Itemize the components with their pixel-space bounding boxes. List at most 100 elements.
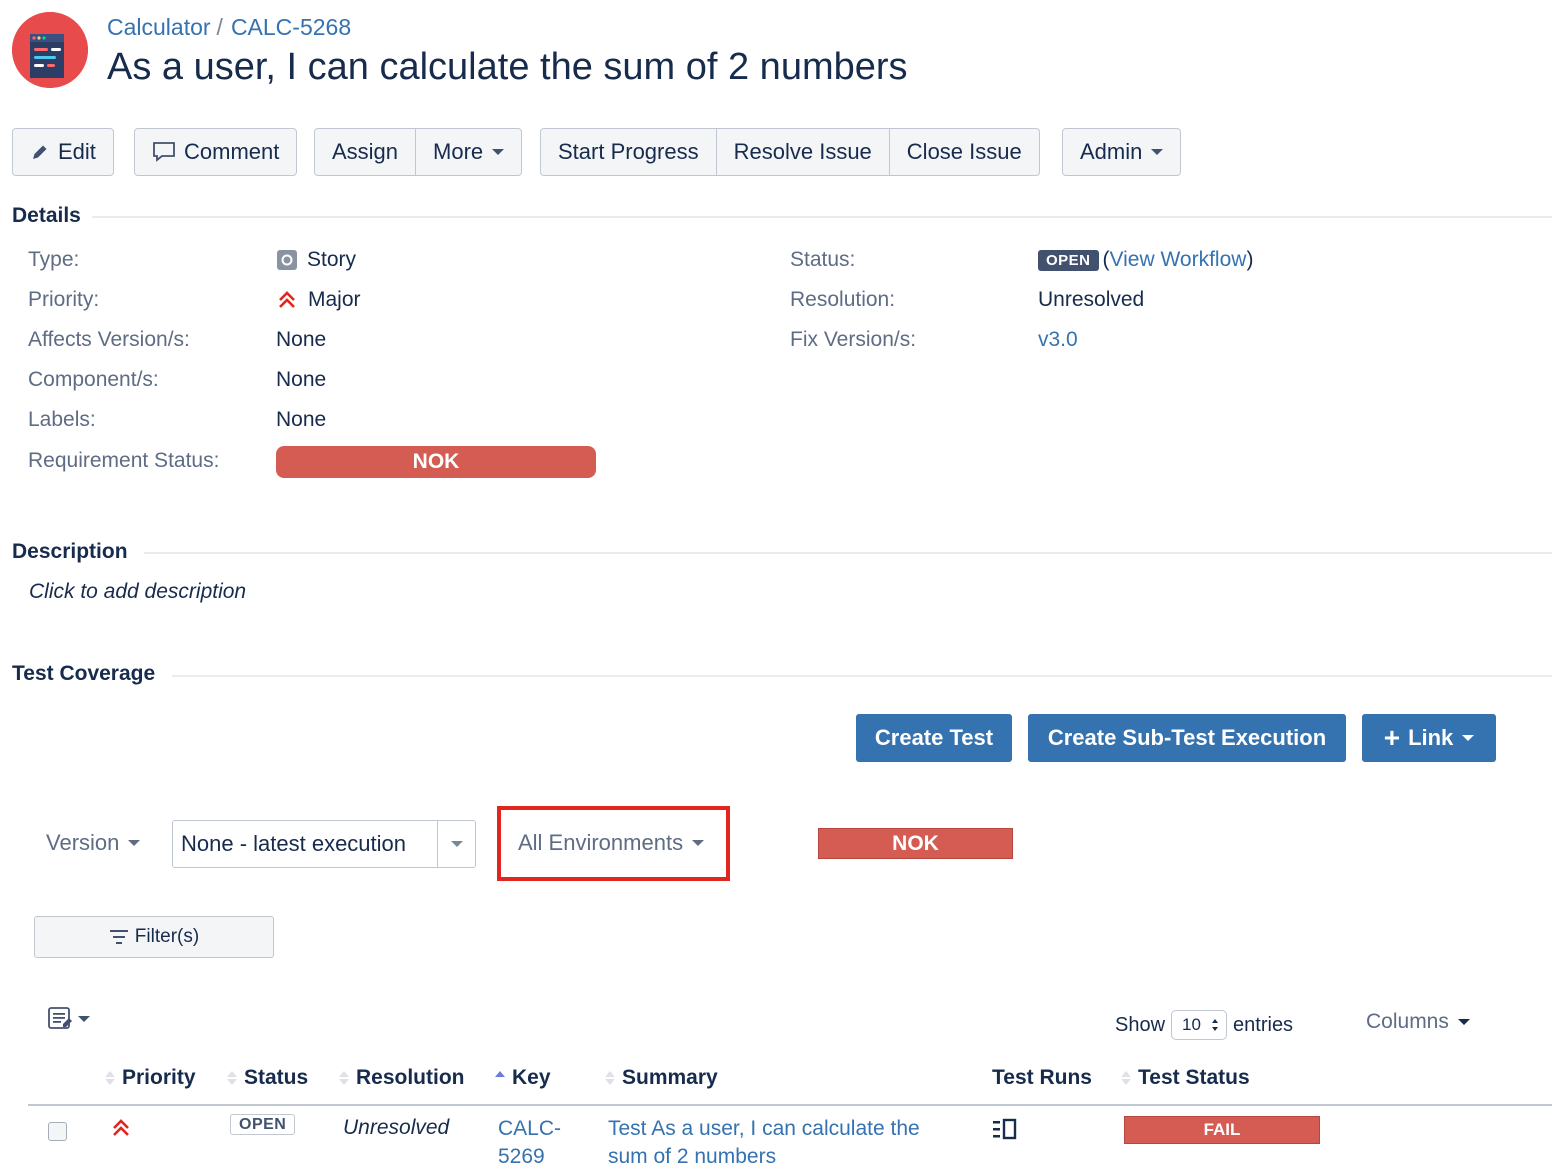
details-divider <box>92 216 1552 218</box>
column-header-resolution[interactable]: Resolution <box>339 1066 465 1090</box>
labels-value: None <box>276 408 327 431</box>
row-test-runs-button[interactable] <box>992 1118 1018 1145</box>
up-down-arrows-icon <box>1212 1019 1219 1031</box>
test-runs-icon <box>993 1118 1017 1140</box>
workflow-open-paren: ( <box>1102 248 1110 271</box>
environment-dropdown[interactable]: All Environments <box>518 830 705 856</box>
more-label: More <box>433 139 484 164</box>
columns-label: Columns <box>1366 1010 1449 1033</box>
page-title: As a user, I can calculate the sum of 2 … <box>107 46 908 88</box>
version-dropdown[interactable]: Version <box>46 830 141 856</box>
row-key-line1: CALC- <box>498 1117 562 1140</box>
row-key-line2: 5269 <box>498 1145 545 1168</box>
column-header-priority-label: Priority <box>122 1066 196 1089</box>
version-select-arrow[interactable] <box>437 821 475 867</box>
row-checkbox[interactable] <box>48 1122 67 1141</box>
version-select[interactable]: None - latest execution <box>172 820 476 868</box>
link-dropdown-button[interactable]: + Link <box>1362 714 1496 762</box>
filters-button[interactable]: Filter(s) <box>34 916 274 958</box>
sort-icon <box>339 1071 349 1085</box>
column-header-status[interactable]: Status <box>227 1066 308 1090</box>
entries-label: entries <box>1233 1013 1294 1036</box>
resolve-issue-button[interactable]: Resolve Issue <box>717 129 890 175</box>
row-test-status-badge: FAIL <box>1124 1116 1320 1144</box>
type-label: Type: <box>28 248 80 271</box>
admin-button-group: Admin <box>1062 128 1182 176</box>
row-key-link[interactable]: CALC- 5269 <box>498 1115 561 1171</box>
columns-dropdown[interactable]: Columns <box>1366 1010 1470 1034</box>
sort-icon <box>605 1071 615 1085</box>
speech-bubble-icon <box>153 142 175 162</box>
plus-icon: + <box>1383 722 1401 753</box>
affects-version-value: None <box>276 328 327 351</box>
row-status-badge: OPEN <box>230 1114 296 1135</box>
edit-button[interactable]: Edit <box>13 129 113 175</box>
workflow-close-paren: ) <box>1246 248 1254 271</box>
start-progress-button[interactable]: Start Progress <box>541 129 717 175</box>
priority-value: Major <box>276 288 361 312</box>
workflow-button-group: Start Progress Resolve Issue Close Issue <box>540 128 1040 176</box>
edit-button-label: Edit <box>58 139 96 164</box>
story-icon <box>277 250 297 270</box>
breadcrumb-separator: / <box>216 14 223 40</box>
show-label: Show <box>1115 1013 1166 1036</box>
list-options-dropdown[interactable] <box>46 1005 90 1033</box>
version-select-value: None - latest execution <box>181 831 407 856</box>
environment-label: All Environments <box>518 830 684 855</box>
details-heading: Details <box>12 204 89 228</box>
resolution-value: Unresolved <box>1038 288 1145 311</box>
version-label: Version <box>46 830 120 855</box>
comment-button-group: Comment <box>134 128 298 176</box>
fix-version-link[interactable]: v3.0 <box>1038 328 1078 352</box>
chevron-down-icon <box>692 840 705 846</box>
labels-label: Labels: <box>28 408 96 431</box>
chevron-down-icon <box>492 149 505 155</box>
components-value: None <box>276 368 327 391</box>
components-label: Component/s: <box>28 368 159 391</box>
filters-label: Filter(s) <box>134 926 200 947</box>
project-avatar-icon[interactable] <box>12 12 88 88</box>
breadcrumb-issue-key-link[interactable]: CALC-5268 <box>231 14 351 40</box>
row-summary-link[interactable]: Test As a user, I can calculate the sum … <box>608 1115 920 1171</box>
chevron-down-icon <box>1462 735 1475 741</box>
more-dropdown-button[interactable]: More <box>416 129 521 175</box>
sort-icon <box>1121 1071 1131 1085</box>
column-header-status-label: Status <box>244 1066 309 1089</box>
chevron-down-icon <box>450 841 463 847</box>
test-coverage-heading: Test Coverage <box>12 662 164 686</box>
requirement-status-label: Requirement Status: <box>28 449 220 472</box>
sort-ascending-icon <box>495 1071 505 1085</box>
link-label: Link <box>1408 725 1454 750</box>
column-header-priority[interactable]: Priority <box>105 1066 196 1090</box>
view-workflow-link[interactable]: View Workflow <box>1110 248 1247 272</box>
create-sub-test-execution-button[interactable]: Create Sub-Test Execution <box>1028 714 1346 762</box>
comment-button[interactable]: Comment <box>135 129 296 175</box>
column-header-key[interactable]: Key <box>495 1066 551 1090</box>
column-header-resolution-label: Resolution <box>356 1066 465 1089</box>
column-header-summary-label: Summary <box>622 1066 718 1089</box>
column-header-test-status[interactable]: Test Status <box>1121 1066 1250 1090</box>
priority-value-text: Major <box>308 288 361 311</box>
chevron-down-icon <box>128 840 141 846</box>
row-status: OPEN <box>230 1114 296 1135</box>
status-badge: OPEN <box>1038 249 1099 271</box>
chevron-down-icon <box>1457 1019 1470 1025</box>
entries-select[interactable]: 10 <box>1171 1010 1228 1040</box>
create-test-button[interactable]: Create Test <box>856 714 1012 762</box>
column-header-test-runs: Test Runs <box>992 1066 1092 1090</box>
close-issue-button[interactable]: Close Issue <box>890 129 1039 175</box>
priority-label: Priority: <box>28 288 100 311</box>
column-header-summary[interactable]: Summary <box>605 1066 718 1090</box>
type-value-text: Story <box>307 248 357 271</box>
status-label: Status: <box>790 248 856 271</box>
list-options-icon <box>48 1007 72 1029</box>
breadcrumb-project-link[interactable]: Calculator <box>107 14 211 40</box>
row-resolution: Unresolved <box>343 1116 450 1139</box>
assign-button[interactable]: Assign <box>315 129 417 175</box>
description-placeholder[interactable]: Click to add description <box>29 580 246 604</box>
edit-button-group: Edit <box>12 128 114 176</box>
requirement-status-badge: NOK <box>276 446 596 478</box>
pencil-icon <box>33 145 47 159</box>
description-divider <box>144 552 1552 554</box>
admin-dropdown-button[interactable]: Admin <box>1063 129 1180 175</box>
